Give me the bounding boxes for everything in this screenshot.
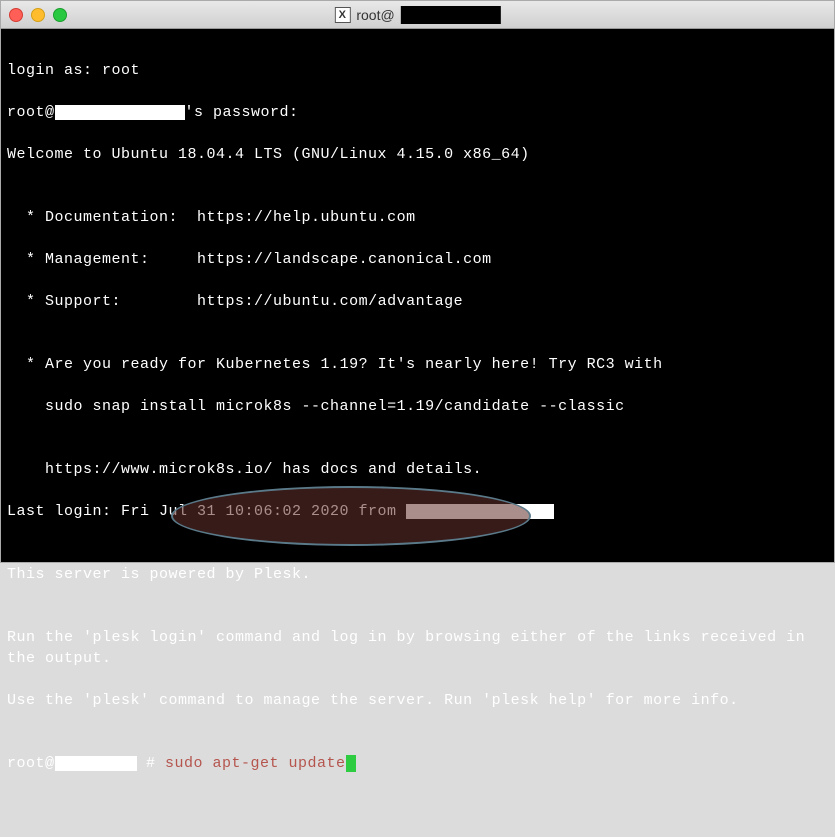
- line-k8s-1: * Are you ready for Kubernetes 1.19? It'…: [7, 354, 828, 375]
- command-text: sudo apt-get update: [165, 755, 346, 772]
- title-hostname-redacted: [401, 6, 501, 24]
- line-plesk-manage: Use the 'plesk' command to manage the se…: [7, 690, 828, 711]
- line-last-login: Last login: Fri Jul 31 10:06:02 2020 fro…: [7, 501, 828, 522]
- titlebar: X root@: [1, 1, 834, 29]
- terminal-window: X root@ login as: root root@'s password:…: [0, 0, 835, 563]
- line-k8s-3: https://www.microk8s.io/ has docs and de…: [7, 459, 828, 480]
- close-button[interactable]: [9, 8, 23, 22]
- line-documentation: * Documentation: https://help.ubuntu.com: [7, 207, 828, 228]
- line-k8s-2: sudo snap install microk8s --channel=1.1…: [7, 396, 828, 417]
- line-support: * Support: https://ubuntu.com/advantage: [7, 291, 828, 312]
- minimize-button[interactable]: [31, 8, 45, 22]
- terminal-body[interactable]: login as: root root@'s password: Welcome…: [1, 29, 834, 562]
- window-title: X root@: [334, 6, 500, 24]
- line-password: root@'s password:: [7, 102, 828, 123]
- window-controls: [9, 8, 67, 22]
- hostname-redacted: [55, 105, 185, 120]
- line-management: * Management: https://landscape.canonica…: [7, 249, 828, 270]
- prompt-hostname-redacted: [55, 756, 137, 771]
- title-text: root@: [356, 7, 394, 23]
- maximize-button[interactable]: [53, 8, 67, 22]
- last-login-ip-redacted: [406, 504, 554, 519]
- line-login-as: login as: root: [7, 60, 828, 81]
- line-welcome: Welcome to Ubuntu 18.04.4 LTS (GNU/Linux…: [7, 144, 828, 165]
- line-plesk-login: Run the 'plesk login' command and log in…: [7, 627, 828, 669]
- x11-icon: X: [334, 7, 350, 23]
- line-plesk-powered: This server is powered by Plesk.: [7, 564, 828, 585]
- line-prompt: root@ # sudo apt-get update: [7, 753, 828, 774]
- cursor: [346, 755, 356, 772]
